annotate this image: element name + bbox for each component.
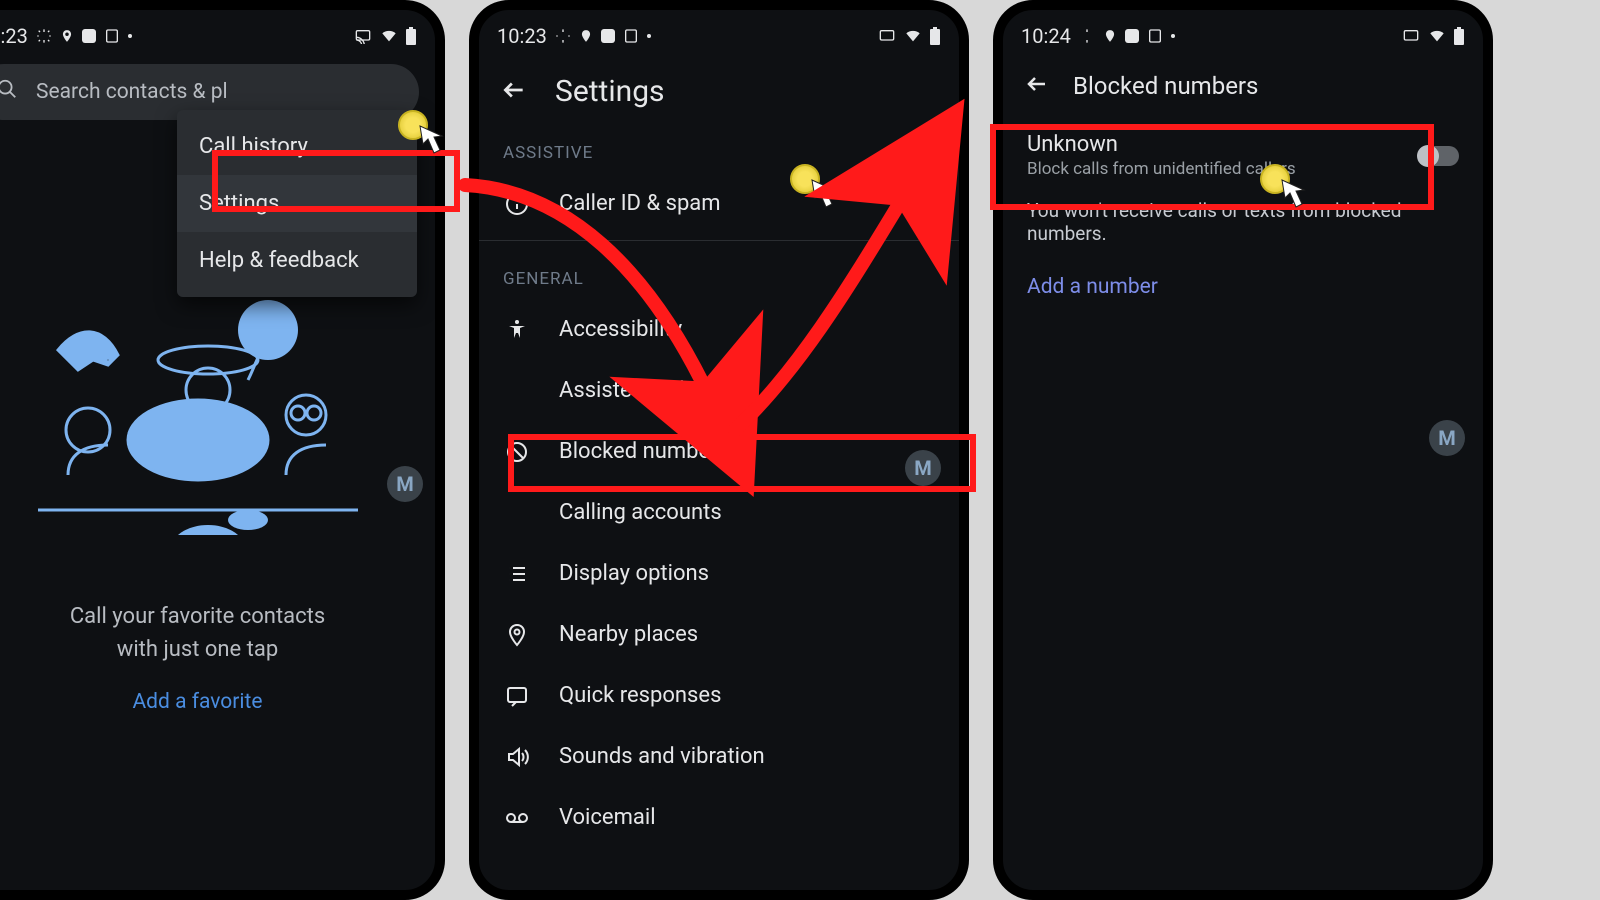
moto-logo-icon: M	[905, 450, 941, 486]
pin-icon	[503, 623, 531, 647]
sound-icon	[503, 745, 531, 769]
sd-icon	[104, 28, 120, 44]
cast-icon	[1401, 28, 1421, 44]
empty-illustration: Call your favorite contacts with just on…	[0, 280, 435, 714]
section-assistive: ASSISTIVE	[479, 121, 959, 173]
add-number-link[interactable]: Add a number	[1003, 263, 1483, 311]
status-time: 10:23	[0, 24, 28, 48]
battery-icon	[405, 27, 417, 45]
sd-icon	[623, 28, 639, 44]
cast-icon	[353, 28, 373, 44]
blocked-header: Blocked numbers	[1003, 56, 1483, 116]
row-voicemail[interactable]: Voicemail	[479, 787, 959, 848]
location-pin-icon	[579, 27, 593, 45]
location-pin-icon	[60, 27, 74, 45]
search-icon	[0, 78, 18, 106]
status-sync-icon	[1079, 28, 1095, 44]
app-icon	[601, 29, 615, 43]
pointer-cursor-1	[398, 110, 428, 140]
page-title: Blocked numbers	[1073, 72, 1258, 100]
info-icon	[503, 192, 531, 216]
status-bar: 10:23	[0, 10, 435, 56]
app-icon	[1125, 29, 1139, 43]
phone-screen-2: 10:23 Settings ASSISTIVE Caller ID & spa…	[469, 0, 969, 900]
menu-help[interactable]: Help & feedback	[177, 232, 417, 289]
row-accessibility[interactable]: Accessibility	[479, 299, 959, 360]
wifi-icon	[1427, 28, 1447, 44]
back-icon[interactable]	[501, 77, 527, 107]
moto-logo-icon: M	[387, 466, 423, 502]
menu-call-history[interactable]: Call history	[177, 118, 417, 175]
pointer-cursor-3	[1260, 164, 1290, 194]
status-sync-icon	[555, 28, 571, 44]
unknown-subtitle: Block calls from unidentified callers	[1027, 159, 1296, 179]
more-icon	[647, 34, 651, 38]
section-general: GENERAL	[479, 247, 959, 299]
status-bar: 10:24	[1003, 10, 1483, 56]
row-nearby-places[interactable]: Nearby places	[479, 604, 959, 665]
row-assisted-dialing[interactable]: Assisted dialing	[479, 360, 959, 421]
chat-icon	[503, 684, 531, 708]
menu-settings[interactable]: Settings	[177, 175, 417, 232]
accessibility-icon	[503, 318, 531, 342]
settings-header: Settings	[479, 56, 959, 121]
more-icon	[128, 34, 132, 38]
battery-icon	[929, 27, 941, 45]
row-calling-accounts[interactable]: Calling accounts	[479, 482, 959, 543]
pointer-cursor-2	[790, 164, 820, 194]
status-bar: 10:23	[479, 10, 959, 56]
row-quick-responses[interactable]: Quick responses	[479, 665, 959, 726]
row-unknown[interactable]: Unknown Block calls from unidentified ca…	[1003, 116, 1483, 195]
list-icon	[503, 562, 531, 586]
page-title: Settings	[555, 74, 665, 109]
status-sync-icon	[36, 28, 52, 44]
block-icon	[503, 440, 531, 464]
phone-screen-1: 10:23 Search contacts & pl Call history …	[0, 0, 445, 900]
status-time: 10:23	[497, 24, 547, 48]
row-display-options[interactable]: Display options	[479, 543, 959, 604]
sd-icon	[1147, 28, 1163, 44]
wifi-icon	[379, 28, 399, 44]
unknown-title: Unknown	[1027, 132, 1296, 157]
blocked-note: You won't receive calls or texts from bl…	[1003, 195, 1483, 263]
row-sounds[interactable]: Sounds and vibration	[479, 726, 959, 787]
phone-screen-3: 10:24 Blocked numbers Unknown Block call…	[993, 0, 1493, 900]
row-caller-id[interactable]: Caller ID & spam	[479, 173, 959, 234]
empty-message: Call your favorite contacts with just on…	[70, 600, 325, 666]
battery-icon	[1453, 27, 1465, 45]
app-icon	[82, 29, 96, 43]
row-blocked-numbers[interactable]: Blocked numbers	[479, 421, 959, 482]
moto-logo-icon: M	[1429, 420, 1465, 456]
unknown-toggle[interactable]	[1419, 146, 1459, 166]
voicemail-icon	[503, 806, 531, 830]
status-time: 10:24	[1021, 24, 1071, 48]
wifi-icon	[903, 28, 923, 44]
location-pin-icon	[1103, 27, 1117, 45]
search-placeholder: Search contacts & pl	[36, 80, 228, 104]
more-icon	[1171, 34, 1175, 38]
cast-icon	[877, 28, 897, 44]
add-favorite-link[interactable]: Add a favorite	[132, 690, 262, 714]
back-icon[interactable]	[1025, 72, 1049, 100]
overflow-menu: Call history Settings Help & feedback	[177, 110, 417, 297]
